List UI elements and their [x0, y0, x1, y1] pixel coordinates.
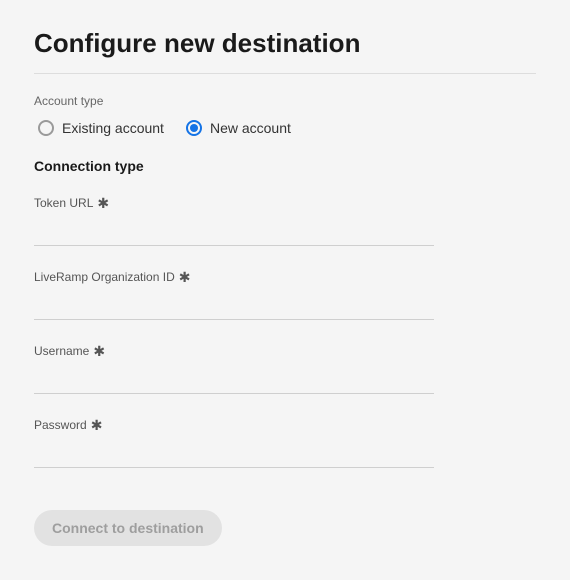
radio-icon [38, 120, 54, 136]
required-asterisk-icon: ✱ [93, 344, 105, 358]
field-label: Token URL ✱ [34, 196, 536, 210]
liveramp-org-id-input[interactable] [34, 290, 434, 320]
field-label: Password ✱ [34, 418, 536, 432]
account-type-label: Account type [34, 94, 536, 108]
password-input[interactable] [34, 438, 434, 468]
field-label: Username ✱ [34, 344, 536, 358]
token-url-input[interactable] [34, 216, 434, 246]
radio-label: Existing account [62, 120, 164, 136]
required-asterisk-icon: ✱ [179, 270, 191, 284]
required-asterisk-icon: ✱ [91, 418, 103, 432]
radio-new-account[interactable]: New account [186, 120, 291, 136]
page-title: Configure new destination [34, 28, 536, 59]
radio-existing-account[interactable]: Existing account [38, 120, 164, 136]
radio-label: New account [210, 120, 291, 136]
username-input[interactable] [34, 364, 434, 394]
radio-icon [186, 120, 202, 136]
account-type-radios: Existing account New account [34, 120, 536, 136]
connection-type-heading: Connection type [34, 158, 536, 174]
divider [34, 73, 536, 74]
required-asterisk-icon: ✱ [97, 196, 109, 210]
field-liveramp-org-id: LiveRamp Organization ID ✱ [34, 270, 536, 320]
connect-to-destination-button[interactable]: Connect to destination [34, 510, 222, 546]
field-label: LiveRamp Organization ID ✱ [34, 270, 536, 284]
field-password: Password ✱ [34, 418, 536, 468]
field-token-url: Token URL ✱ [34, 196, 536, 246]
field-username: Username ✱ [34, 344, 536, 394]
